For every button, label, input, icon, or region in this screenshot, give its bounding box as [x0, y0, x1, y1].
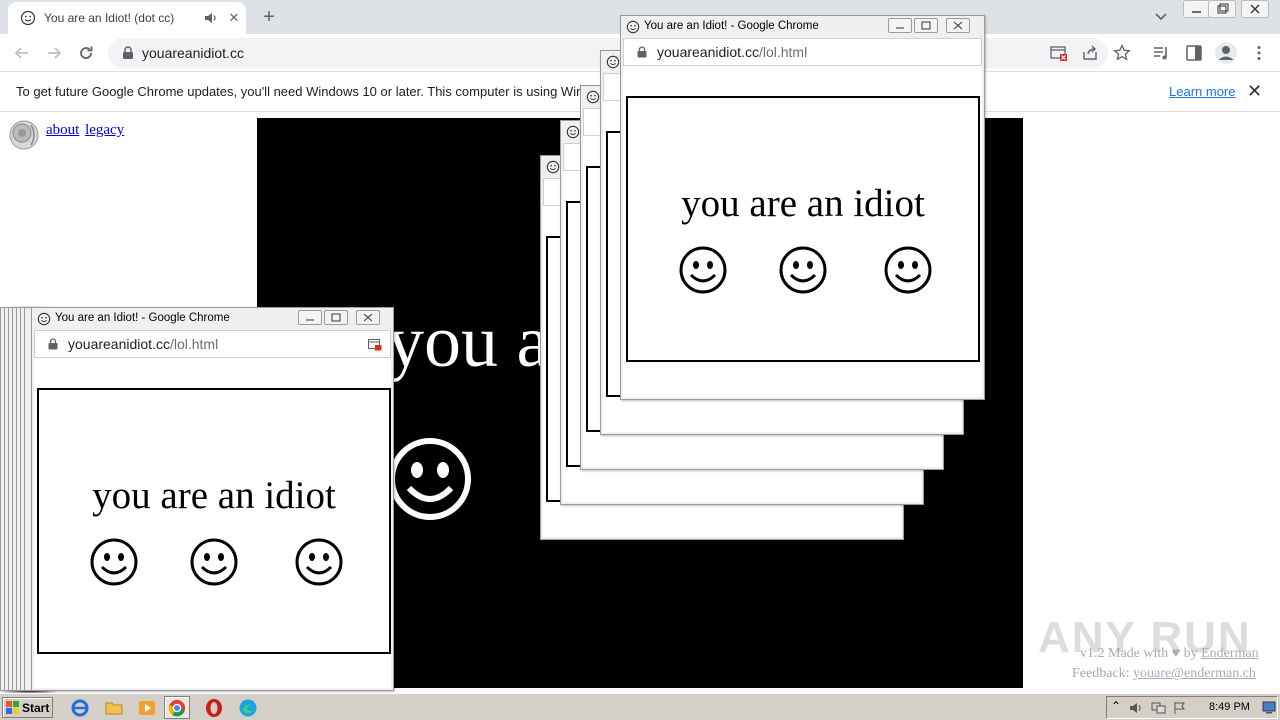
network-icon[interactable]: [1151, 701, 1167, 715]
popup-title: You are an Idiot! - Google Chrome: [644, 20, 819, 32]
popup-address-bar[interactable]: youareanidiot.cc/lol.html: [34, 330, 391, 358]
minimize-button[interactable]: [1183, 0, 1211, 18]
smiley-icon: [606, 55, 620, 69]
close-window-button[interactable]: [1241, 0, 1269, 18]
big-smiley-icon: [389, 438, 471, 520]
reload-icon[interactable]: [76, 43, 96, 63]
legacy-link[interactable]: legacy: [85, 122, 124, 138]
file-explorer-icon[interactable]: [104, 698, 124, 718]
tab-close-icon[interactable]: ✕: [226, 10, 242, 26]
lock-icon: [637, 46, 647, 58]
system-tray: ⌃: [1106, 696, 1278, 719]
browser-tab[interactable]: You are an Idiot! (dot cc) ✕: [8, 2, 246, 34]
start-label: Start: [22, 701, 50, 715]
popup-url: youareanidiot.cc/lol.html: [657, 44, 808, 60]
speaker-icon[interactable]: [8, 119, 40, 151]
popup-address-bar[interactable]: youareanidiot.cc/lol.html: [623, 38, 982, 66]
minimize-button[interactable]: [888, 18, 912, 33]
more-menu-icon[interactable]: [1250, 44, 1268, 62]
close-button[interactable]: [356, 310, 380, 325]
smiley-icon: [37, 312, 51, 326]
minimize-button[interactable]: [298, 310, 322, 325]
popup-body: you are an idiot: [623, 66, 982, 397]
popup-blocked-icon[interactable]: [1050, 44, 1068, 62]
tab-search-icon[interactable]: [1152, 9, 1170, 25]
smiley-icon: [779, 246, 827, 294]
clock[interactable]: 8:49 PM: [1209, 701, 1250, 713]
maximize-button[interactable]: [914, 18, 938, 33]
popup-titlebar[interactable]: You are an Idiot! - Google Chrome: [621, 16, 984, 38]
smiley-icon: [295, 538, 343, 586]
taskbar: Start ⌃ 8:49 PM: [0, 693, 1280, 720]
idiot-frame: you are an idiot: [626, 96, 980, 362]
share-icon[interactable]: [1081, 44, 1099, 62]
popup-url: youareanidiot.cc/lol.html: [68, 336, 219, 352]
feedback-email-link[interactable]: youare@enderman.ch: [1133, 666, 1256, 681]
smiley-icon: [566, 125, 580, 139]
idiot-text: you are an idiot: [681, 182, 925, 225]
infobar-close-icon[interactable]: ✕: [1247, 81, 1262, 102]
infobar-message: To get future Google Chrome updates, you…: [16, 84, 629, 99]
audio-playing-icon[interactable]: [203, 10, 219, 26]
lock-icon: [48, 338, 58, 350]
footer-made-with: v1.2 Made with ♥ by Enderman: [1080, 646, 1259, 661]
about-link[interactable]: about: [46, 122, 79, 138]
tray-expand-icon[interactable]: ⌃: [1111, 699, 1121, 713]
forward-icon[interactable]: [44, 43, 64, 63]
restore-button[interactable]: [1208, 0, 1236, 18]
idiot-frame: you are an idiot: [37, 388, 391, 654]
new-tab-button[interactable]: +: [258, 6, 280, 28]
back-icon[interactable]: [12, 43, 32, 63]
maximize-button[interactable]: [324, 310, 348, 325]
lock-icon[interactable]: [122, 46, 134, 60]
media-player-icon[interactable]: [137, 698, 157, 718]
popup-blocked-icon[interactable]: [368, 339, 382, 351]
smiley-icon: [586, 90, 600, 104]
footer-feedback: Feedback: youare@enderman.ch: [1072, 666, 1256, 681]
url-text: youareanidiot.cc: [142, 45, 244, 61]
author-link[interactable]: Enderman: [1201, 646, 1259, 661]
smiley-icon: [90, 538, 138, 586]
start-button[interactable]: Start: [2, 697, 53, 718]
opera-icon[interactable]: [204, 698, 224, 718]
close-button[interactable]: [946, 18, 970, 33]
chrome-taskbar-button[interactable]: [164, 696, 190, 719]
show-desktop-icon[interactable]: [1262, 700, 1276, 714]
media-controls-icon[interactable]: [1152, 44, 1170, 62]
smiley-icon: [884, 246, 932, 294]
popup-title: You are an Idiot! - Google Chrome: [55, 312, 230, 324]
action-center-flag-icon[interactable]: [1173, 701, 1187, 715]
windows-logo-icon: [6, 701, 19, 714]
popup-window[interactable]: You are an Idiot! - Google Chrome youare…: [620, 15, 985, 400]
popup-window[interactable]: You are an Idiot! - Google Chrome youare…: [31, 307, 394, 691]
smiley-icon: [626, 20, 640, 34]
profile-avatar-icon[interactable]: [1214, 41, 1238, 65]
smiley-icon: [190, 538, 238, 586]
nav-links: about legacy: [46, 122, 126, 139]
edge-icon[interactable]: [238, 698, 258, 718]
side-panel-icon[interactable]: [1185, 44, 1203, 62]
smiley-icon: [679, 246, 727, 294]
volume-icon[interactable]: [1129, 701, 1143, 715]
popup-titlebar[interactable]: You are an Idiot! - Google Chrome: [32, 308, 393, 330]
internet-explorer-icon[interactable]: [70, 698, 90, 718]
tab-title: You are an Idiot! (dot cc): [44, 11, 175, 25]
idiot-text: you are an idiot: [92, 474, 336, 517]
learn-more-link[interactable]: Learn more: [1169, 84, 1235, 99]
bookmark-star-icon[interactable]: [1113, 44, 1131, 62]
popup-body: you are an idiot: [34, 358, 391, 688]
smiley-icon: [546, 160, 560, 174]
smiley-icon: [20, 10, 36, 26]
chrome-icon: [168, 699, 186, 717]
